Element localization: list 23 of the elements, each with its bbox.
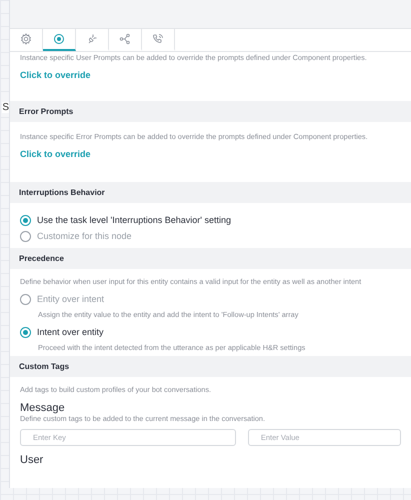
group-heading: Message (20, 402, 66, 414)
option-label: Entity over intent (37, 294, 104, 304)
radio-button[interactable] (20, 294, 31, 304)
section-header: Custom Tags (10, 356, 411, 377)
radio-button[interactable] (20, 326, 31, 338)
override-link[interactable]: Click to override (20, 149, 91, 159)
radio-button[interactable] (20, 214, 31, 226)
share-icon (119, 33, 131, 45)
option-label: Use the task level 'Interruptions Behavior' setting (37, 215, 232, 225)
settings-icon (20, 33, 32, 45)
option-label: Intent over entity (37, 327, 104, 337)
option-label: Customize for this node (37, 231, 132, 241)
phone-icon (152, 33, 164, 45)
background-text: S (2, 102, 9, 113)
icon-tab[interactable] (43, 29, 76, 51)
group-heading: User (20, 454, 44, 466)
override-link[interactable]: Click to override (20, 70, 91, 80)
section-header: Error Prompts (10, 101, 411, 122)
section-header: Precedence (10, 248, 411, 269)
radio-button[interactable] (20, 230, 31, 242)
target-icon (53, 33, 65, 45)
plug-icon (86, 33, 98, 45)
section-header: Interruptions Behavior (10, 182, 411, 203)
